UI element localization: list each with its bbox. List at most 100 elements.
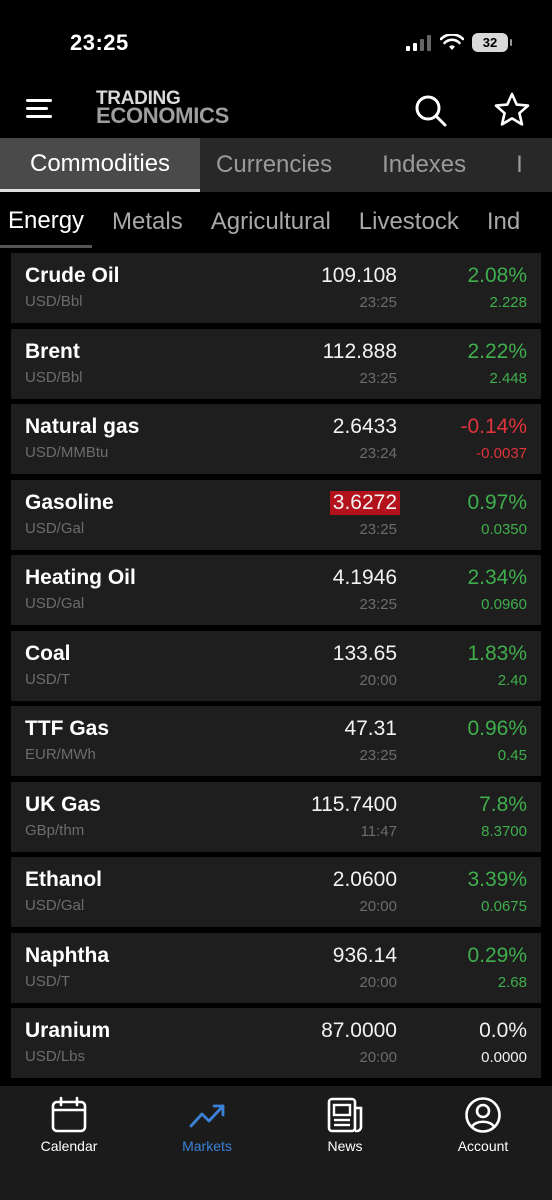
nav-account-label: Account [457,1138,509,1154]
cellular-signal-icon [406,34,431,51]
commodity-percent-change: 2.22% [467,339,527,363]
nav-calendar[interactable]: Calendar [0,1086,138,1200]
commodity-price: 112.888 [322,339,397,363]
commodity-row[interactable]: Naphtha USD/T 936.14 20:00 0.29% 2.68 [11,932,541,1003]
search-icon[interactable] [410,90,450,130]
commodity-row[interactable]: Crude Oil USD/Bbl 109.108 23:25 2.08% 2.228 [11,253,541,323]
subtab-metals[interactable]: Metals [98,196,197,248]
commodity-percent-change: 2.34% [467,566,527,589]
commodity-unit: USD/T [25,670,70,688]
app-header: TRADING ECONOMICS [0,82,552,138]
commodity-row[interactable]: Gasoline USD/Gal 3.6272 23:25 0.97% 0.0350 [11,479,541,550]
commodity-price: 109.108 [321,264,397,287]
commodity-percent-change: 0.96% [467,717,527,740]
commodity-percent-change: -0.14% [460,415,527,438]
star-icon[interactable] [492,90,532,130]
commodity-price: 2.6433 [332,415,397,438]
commodity-time: 23:25 [359,520,397,538]
commodity-unit: USD/Gal [25,897,85,914]
commodity-change: 2.228 [489,294,527,311]
commodity-unit: USD/MMBtu [25,444,109,461]
subtab-industrial[interactable]: Ind [473,196,534,248]
commodity-unit: USD/Bbl [25,293,83,310]
tab-commodities[interactable]: Commodities [0,138,201,192]
commodity-price: 2.0600 [332,868,397,891]
status-icons: 32 [406,33,512,52]
commodity-price: 4.1946 [332,566,397,589]
newspaper-icon [327,1097,363,1133]
status-time: 23:25 [70,30,129,55]
commodity-name: Heating Oil [25,566,136,589]
commodity-name: Gasoline [25,490,114,514]
commodity-unit: USD/T [25,972,70,990]
commodity-time: 20:00 [359,973,397,991]
commodity-name: UK Gas [25,792,101,816]
commodity-price: 87.0000 [321,1019,397,1042]
menu-icon[interactable] [24,96,54,122]
commodity-change: -0.0037 [476,445,527,462]
nav-calendar-label: Calendar [40,1138,98,1154]
commodity-price: 3.6272 [329,490,400,515]
commodity-price: 133.65 [332,641,397,665]
commodity-row[interactable]: Heating Oil USD/Gal 4.1946 23:25 2.34% 0.0960 [11,555,541,625]
commodity-time: 20:00 [359,671,397,689]
status-bar: 23:25 32 [0,0,552,82]
commodity-time: 23:24 [359,445,397,462]
commodity-change: 2.68 [497,973,527,991]
commodity-row[interactable]: TTF Gas EUR/MWh 47.31 23:25 0.96% 0.45 [11,706,541,776]
subtab-energy[interactable]: Energy [0,196,93,248]
nav-account[interactable]: Account [414,1086,552,1200]
commodity-change: 2.448 [489,369,527,387]
commodity-row[interactable]: Coal USD/T 133.65 20:00 1.83% 2.40 [11,630,541,701]
commodity-name: Brent [25,339,80,363]
commodity-unit: EUR/MWh [25,746,96,763]
sub-tabs: Energy Metals Agricultural Livestock Ind [0,196,552,248]
commodity-unit: GBp/thm [25,821,85,839]
subtab-livestock[interactable]: Livestock [345,196,473,248]
commodity-change: 8.3700 [481,822,527,840]
tab-more[interactable]: I [494,138,551,192]
commodity-time: 23:25 [359,369,397,387]
commodity-unit: USD/Gal [25,519,85,537]
commodity-unit: USD/Bbl [25,368,83,386]
commodity-time: 11:47 [360,822,397,840]
commodity-row[interactable]: Ethanol USD/Gal 2.0600 20:00 3.39% 0.0675 [11,857,541,927]
nav-markets-label: Markets [182,1138,232,1154]
commodity-change: 0.0000 [481,1049,527,1066]
commodity-percent-change: 0.97% [467,490,527,514]
commodity-row[interactable]: UK Gas GBp/thm 115.7400 11:47 7.8% 8.3700 [11,781,541,852]
commodity-price: 936.14 [332,943,397,967]
commodity-change: 0.0350 [481,520,527,538]
commodity-percent-change: 0.29% [467,943,527,967]
logo-line2: ECONOMICS [96,103,229,128]
commodity-change: 0.0960 [481,596,527,613]
commodity-row[interactable]: Natural gas USD/MMBtu 2.6433 23:24 -0.14% -0.… [11,404,541,474]
subtab-agricultural[interactable]: Agricultural [197,196,345,248]
calendar-icon [51,1096,87,1133]
battery-icon: 32 [472,33,512,52]
battery-level: 32 [482,35,498,50]
app-logo: TRADING ECONOMICS [96,89,229,128]
commodity-time: 20:00 [359,1049,397,1066]
tab-indexes[interactable]: Indexes [360,138,494,192]
commodity-percent-change: 0.0% [479,1019,527,1042]
commodity-time: 23:25 [359,596,397,613]
commodity-name: Natural gas [25,415,140,438]
commodity-price: 115.7400 [310,792,397,816]
trending-up-icon [189,1104,225,1128]
commodity-name: Crude Oil [25,264,120,287]
tab-currencies[interactable]: Currencies [200,138,360,192]
commodity-name: Naphtha [25,943,109,967]
commodity-name: Uranium [25,1019,111,1042]
nav-markets[interactable]: Markets [138,1086,276,1200]
nav-news[interactable]: News [276,1086,414,1200]
commodity-row[interactable]: Uranium USD/Lbs 87.0000 20:00 0.0% 0.0000 [11,1008,541,1078]
commodity-name: Coal [25,641,71,665]
nav-news-label: News [327,1138,363,1154]
commodity-time: 23:25 [359,747,397,764]
commodity-time: 23:25 [359,294,397,311]
commodity-change: 2.40 [497,671,527,689]
commodity-change: 0.45 [497,747,527,764]
commodity-row[interactable]: Brent USD/Bbl 112.888 23:25 2.22% 2.448 [11,328,541,399]
commodity-time: 20:00 [359,898,397,915]
